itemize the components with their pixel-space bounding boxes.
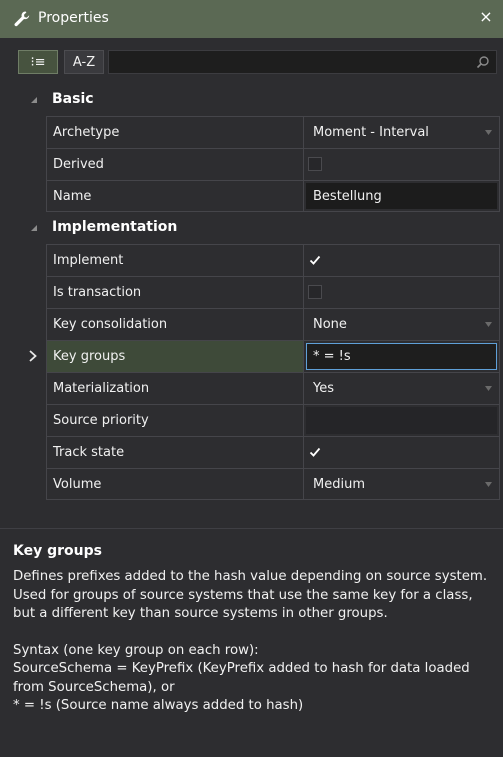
property-name-cell[interactable]: Source priority [46, 404, 303, 436]
title-bar: Properties × [0, 0, 503, 38]
property-name-cell[interactable]: Is transaction [46, 276, 303, 308]
description-pane: Key groups Defines prefixes added to the… [0, 528, 503, 757]
property-row-materialization[interactable]: Materialization Yes [0, 372, 503, 404]
category-label: Implementation [52, 219, 178, 235]
archetype-dropdown[interactable]: Moment - Interval [303, 116, 500, 148]
property-row-derived[interactable]: Derived [0, 148, 503, 180]
property-name-cell[interactable]: Volume [46, 468, 303, 500]
is-transaction-checkbox[interactable] [308, 285, 322, 299]
property-row-track-state[interactable]: Track state [0, 436, 503, 468]
description-body: Defines prefixes added to the hash value… [13, 568, 491, 716]
wrench-icon [14, 11, 30, 27]
property-name: Is transaction [53, 285, 142, 300]
property-row-key-groups[interactable]: Key groups * = !s [0, 340, 503, 372]
collapse-triangle-icon[interactable] [30, 96, 38, 104]
key-groups-field[interactable]: * = !s [306, 343, 497, 370]
property-name: Volume [53, 476, 102, 492]
dropdown-arrow-icon[interactable] [485, 322, 492, 327]
property-row-volume[interactable]: Volume Medium [0, 468, 503, 500]
property-name-cell[interactable]: Derived [46, 148, 303, 180]
track-state-checkbox-cell[interactable] [303, 436, 500, 468]
derived-checkbox-cell[interactable] [303, 148, 500, 180]
property-name-cell[interactable]: Track state [46, 436, 303, 468]
property-value: None [313, 317, 347, 332]
property-row-name[interactable]: Name Bestellung [0, 180, 503, 212]
track-state-checkbox[interactable] [308, 445, 322, 459]
implement-checkbox-cell[interactable] [303, 244, 500, 276]
description-syntax-line: SourceSchema = KeyPrefix (KeyPrefix adde… [13, 661, 470, 695]
property-row-archetype[interactable]: Archetype Moment - Interval [0, 116, 503, 148]
description-syntax-line: * = !s (Source name always added to hash… [13, 698, 304, 713]
materialization-dropdown[interactable]: Yes [303, 372, 500, 404]
name-field-cell[interactable]: Bestellung [303, 180, 500, 212]
category-implementation[interactable]: Implementation [0, 212, 503, 244]
checkmark-icon [309, 255, 321, 265]
key-consolidation-dropdown[interactable]: None [303, 308, 500, 340]
property-name: Key groups [53, 349, 126, 364]
property-name: Key consolidation [53, 317, 168, 332]
property-name: Archetype [53, 125, 120, 140]
property-row-is-transaction[interactable]: Is transaction [0, 276, 503, 308]
window-title: Properties [38, 10, 109, 26]
property-row-implement[interactable]: Implement [0, 244, 503, 276]
checkmark-icon [309, 447, 321, 457]
property-name-cell[interactable]: Implement [46, 244, 303, 276]
property-name-cell[interactable]: Materialization [46, 372, 303, 404]
dropdown-arrow-icon[interactable] [485, 130, 492, 135]
search-icon [476, 56, 489, 69]
search-input[interactable] [113, 53, 467, 73]
dropdown-arrow-icon[interactable] [485, 386, 492, 391]
property-value: Yes [313, 381, 334, 396]
property-name: Source priority [53, 413, 149, 428]
property-name: Derived [53, 157, 104, 172]
alphabetical-label: A-Z [72, 54, 96, 70]
alphabetical-button[interactable]: A-Z [64, 50, 104, 74]
property-value: Medium [313, 477, 365, 492]
property-name: Implement [53, 253, 124, 268]
property-row-key-consolidation[interactable]: Key consolidation None [0, 308, 503, 340]
property-name-cell[interactable]: Archetype [46, 116, 303, 148]
name-field[interactable]: Bestellung [306, 183, 497, 209]
search-box[interactable] [108, 50, 497, 74]
categorized-icon: ⁝≡ [30, 54, 46, 70]
description-title: Key groups [13, 543, 102, 559]
property-name: Track state [53, 445, 125, 460]
implement-checkbox[interactable] [308, 253, 322, 267]
is-transaction-checkbox-cell[interactable] [303, 276, 500, 308]
collapse-triangle-icon[interactable] [30, 224, 38, 232]
toolbar: ⁝≡ A-Z [0, 38, 503, 84]
description-syntax-line: Syntax (one key group on each row): [13, 642, 259, 658]
categorized-button[interactable]: ⁝≡ [18, 50, 58, 74]
property-value: Moment - Interval [313, 125, 429, 140]
volume-dropdown[interactable]: Medium [303, 468, 500, 500]
description-paragraph: Defines prefixes added to the hash value… [13, 569, 488, 621]
source-priority-field-cell[interactable] [303, 404, 500, 436]
property-name-cell[interactable]: Key groups [46, 340, 303, 372]
property-name-cell[interactable]: Key consolidation [46, 308, 303, 340]
property-name: Name [53, 188, 92, 204]
properties-panel: Properties × ⁝≡ A-Z Basic Archetype Mome… [0, 0, 503, 757]
category-label: Basic [52, 91, 94, 107]
key-groups-field-cell[interactable]: * = !s [303, 340, 500, 372]
property-grid: Basic Archetype Moment - Interval Derive… [0, 84, 503, 500]
category-basic[interactable]: Basic [0, 84, 503, 116]
property-value: * = !s [313, 349, 351, 364]
property-value: Bestellung [313, 189, 382, 204]
derived-checkbox[interactable] [308, 157, 322, 171]
chevron-right-icon [29, 350, 37, 362]
property-name: Materialization [53, 381, 150, 396]
property-name-cell[interactable]: Name [46, 180, 303, 212]
close-icon[interactable]: × [477, 8, 495, 26]
dropdown-arrow-icon[interactable] [485, 482, 492, 487]
property-row-source-priority[interactable]: Source priority [0, 404, 503, 436]
source-priority-field[interactable] [306, 407, 497, 434]
